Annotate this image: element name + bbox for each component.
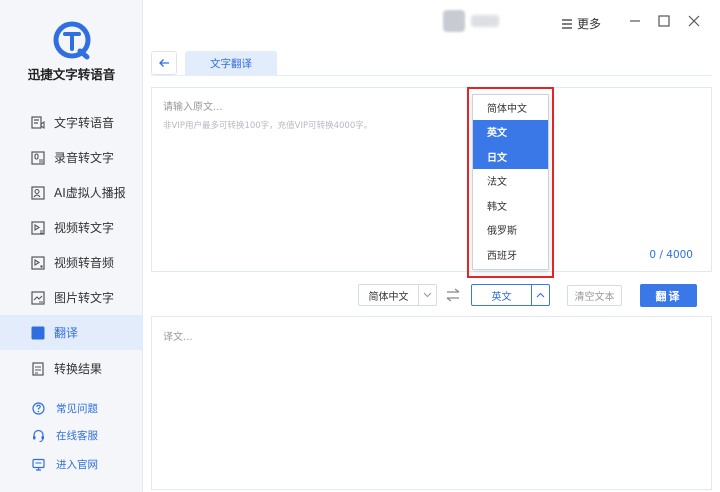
app-logo-icon [53, 21, 91, 60]
monitor-icon [32, 458, 45, 471]
minimize-icon[interactable] [628, 14, 642, 28]
clear-text-button[interactable]: 清空文本 [567, 285, 622, 306]
help-item-support[interactable]: 在线客服 [0, 425, 143, 445]
source-language-select[interactable]: 简体中文 [358, 284, 437, 306]
char-counter: 0 / 4000 [649, 249, 693, 261]
app-name: 迅捷文字转语音 [27, 67, 116, 82]
sidebar-item-text-to-speech[interactable]: 文字转语音 [0, 105, 143, 140]
menu-icon [562, 18, 572, 29]
chevron-down-icon [418, 285, 436, 305]
source-language-label: 简体中文 [368, 291, 409, 303]
sidebar-item-results[interactable]: 转换结果 [0, 351, 143, 386]
target-language-select[interactable]: 英文 [471, 284, 550, 306]
language-option[interactable]: 日文 [473, 144, 548, 169]
chevron-up-icon [531, 285, 549, 305]
language-dropdown: 简体中文 英文 日文 法文 韩文 俄罗斯 西班牙 [472, 94, 549, 270]
translate-icon: 文A [31, 326, 45, 340]
sidebar-item-label: AI虚拟人播报 [54, 186, 126, 200]
video-to-text-icon [31, 220, 45, 235]
language-option[interactable]: 西班牙 [473, 242, 548, 267]
user-name-blurred [471, 15, 499, 27]
sidebar-item-label: 视频转音频 [54, 256, 115, 270]
help-item-label: 在线客服 [56, 429, 98, 442]
text-to-speech-icon [31, 115, 45, 130]
sidebar-item-label: 文字转语音 [54, 116, 115, 130]
maximize-icon[interactable] [657, 14, 671, 28]
help-item-faq[interactable]: 常见问题 [0, 398, 143, 418]
results-icon [31, 361, 45, 376]
question-icon [32, 401, 45, 415]
target-language-label: 英文 [491, 291, 512, 303]
image-to-text-icon [31, 290, 45, 305]
source-placeholder: 请输入原文... [163, 102, 223, 113]
language-option[interactable]: 法文 [473, 169, 548, 194]
more-label: 更多 [577, 17, 602, 31]
sidebar-item-label: 录音转文字 [54, 151, 115, 165]
more-menu[interactable]: 更多 [561, 15, 601, 32]
help-item-website[interactable]: 进入官网 [0, 454, 143, 474]
back-button[interactable] [151, 51, 177, 75]
arrow-left-icon [159, 59, 169, 67]
language-option[interactable]: 韩文 [473, 193, 548, 218]
tab-text-translate[interactable]: 文字翻译 [185, 51, 277, 75]
sidebar-item-label: 转换结果 [54, 362, 103, 376]
avatar[interactable] [443, 10, 465, 32]
help-item-label: 常见问题 [56, 402, 98, 415]
svg-text:A: A [38, 334, 42, 340]
sidebar-item-label: 视频转文字 [54, 221, 115, 235]
language-option[interactable]: 俄罗斯 [473, 218, 548, 243]
video-to-audio-icon [31, 255, 45, 270]
sidebar-item-label: 翻译 [54, 326, 79, 340]
sidebar-item-image-to-text[interactable]: 图片转文字 [0, 280, 143, 315]
sidebar: 迅捷文字转语音 文字转语音 录音转文字 AI虚拟人播报 视频转文字 视频转音频 [0, 0, 143, 492]
sidebar-item-video-to-text[interactable]: 视频转文字 [0, 210, 143, 245]
source-hint: 非VIP用户最多可转换100字，充值VIP可转换4000字。 [163, 121, 373, 131]
sidebar-item-ai-avatar[interactable]: AI虚拟人播报 [0, 175, 143, 210]
swap-languages-icon[interactable] [445, 287, 461, 303]
record-to-text-icon [31, 150, 45, 165]
sidebar-item-video-to-audio[interactable]: 视频转音频 [0, 245, 143, 280]
result-text-area[interactable]: 译文... [151, 316, 712, 490]
result-placeholder: 译文... [163, 332, 193, 343]
translate-button[interactable]: 翻译 [640, 284, 697, 307]
sidebar-item-label: 图片转文字 [54, 291, 115, 305]
sidebar-item-record-to-text[interactable]: 录音转文字 [0, 140, 143, 175]
language-option[interactable]: 简体中文 [473, 95, 548, 120]
ai-avatar-icon [31, 185, 45, 200]
sidebar-item-translate[interactable]: 文A 翻译 [0, 315, 143, 350]
close-icon[interactable] [687, 14, 701, 28]
help-item-label: 进入官网 [56, 458, 98, 471]
source-text-area[interactable]: 请输入原文... 非VIP用户最多可转换100字，充值VIP可转换4000字。 … [151, 87, 712, 272]
tab-divider [151, 75, 712, 76]
headset-icon [32, 429, 45, 442]
language-option[interactable]: 英文 [473, 119, 548, 144]
